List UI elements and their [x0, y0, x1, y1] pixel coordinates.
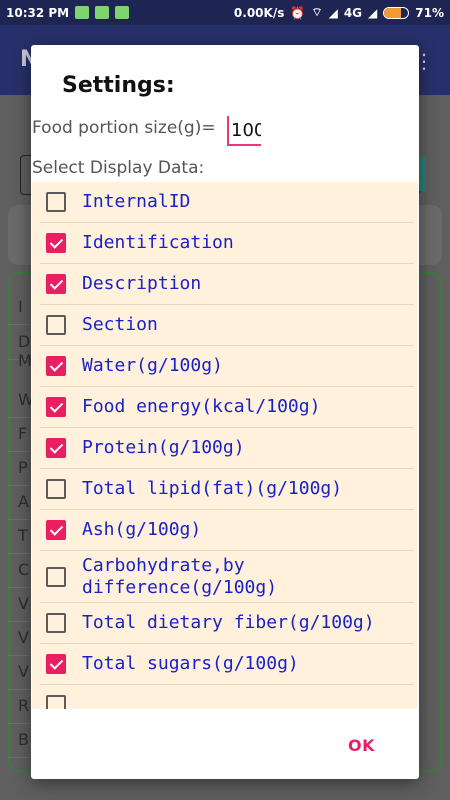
- checkbox-checked[interactable]: [46, 438, 66, 458]
- display-data-item-label: Protein(g/100g): [82, 437, 245, 458]
- dialog-title: Settings:: [62, 73, 175, 98]
- background-row: D M: [8, 320, 32, 370]
- checkbox-unchecked[interactable]: [46, 695, 66, 709]
- display-data-item[interactable]: Description: [40, 264, 414, 305]
- checkbox-checked[interactable]: [46, 397, 66, 417]
- display-data-item[interactable]: Total dietary fiber(g/100g): [40, 603, 414, 644]
- checkbox-unchecked[interactable]: [46, 479, 66, 499]
- checkbox-unchecked[interactable]: [46, 613, 66, 633]
- checkbox-checked[interactable]: [46, 356, 66, 376]
- select-display-data-label: Select Display Data:: [32, 158, 205, 178]
- display-data-item[interactable]: Ash(g/100g): [40, 510, 414, 551]
- checkbox-unchecked[interactable]: [46, 315, 66, 335]
- network-type: 4G: [343, 5, 363, 20]
- app-icon: [95, 6, 110, 19]
- background-row: I: [8, 285, 30, 325]
- display-data-item-label: Section: [82, 314, 158, 335]
- portion-size-label: Food portion size(g)=: [32, 118, 216, 138]
- status-bar: 10:32 PM 0.00K/s ⏰ ⌔ ◢ 4G ◢ 71%: [0, 0, 450, 25]
- display-data-item-label: InternalID: [82, 191, 191, 212]
- display-data-item-label: Total lipid(fat)(g/100g): [82, 478, 343, 499]
- display-data-item[interactable]: Carbohydrate,by difference(g/100g): [40, 551, 414, 603]
- checkbox-checked[interactable]: [46, 274, 66, 294]
- display-data-item[interactable]: Section: [40, 305, 414, 346]
- display-data-item-label: Ash(g/100g): [82, 519, 202, 540]
- checkbox-checked[interactable]: [46, 654, 66, 674]
- display-data-item-label: Description: [82, 273, 202, 294]
- display-data-item-label: Total dietary fiber(g/100g): [82, 612, 375, 633]
- background-row: B: [8, 718, 30, 758]
- checkbox-unchecked[interactable]: [46, 566, 66, 587]
- display-data-item[interactable]: Identification: [40, 223, 414, 264]
- display-data-item[interactable]: Water(g/100g): [40, 346, 414, 387]
- display-data-item-label: Identification: [82, 232, 234, 253]
- display-data-item[interactable]: InternalID: [40, 182, 414, 223]
- display-data-item[interactable]: Total lipid(fat)(g/100g): [40, 469, 414, 510]
- display-data-list[interactable]: InternalID Identification Description Secti…: [32, 182, 418, 709]
- settings-dialog: Settings: Food portion size(g)= Select D…: [31, 45, 419, 779]
- status-time: 10:32 PM: [6, 5, 70, 20]
- display-data-item-label: Carbohydrate,by difference(g/100g): [82, 554, 278, 598]
- signal-icon: ◢: [368, 5, 378, 20]
- wifi-icon: ⌔: [311, 5, 323, 19]
- alarm-icon: ⏰: [290, 5, 306, 20]
- battery-icon: [383, 6, 410, 19]
- display-data-item-label: Food energy(kcal/100g): [82, 396, 321, 417]
- portion-size-input[interactable]: [227, 116, 261, 146]
- display-data-item[interactable]: [40, 685, 414, 709]
- display-data-item-label: Total sugars(g/100g): [82, 653, 299, 674]
- display-data-item-label: Water(g/100g): [82, 355, 223, 376]
- display-data-item[interactable]: Food energy(kcal/100g): [40, 387, 414, 428]
- network-speed: 0.00K/s: [233, 5, 285, 20]
- display-data-item[interactable]: Total sugars(g/100g): [40, 644, 414, 685]
- lock-icon: [115, 6, 130, 19]
- checkbox-checked[interactable]: [46, 233, 66, 253]
- checkbox-checked[interactable]: [46, 520, 66, 540]
- gmail-icon: [75, 6, 90, 19]
- signal-icon: ◢: [328, 5, 338, 20]
- battery-percent: 71%: [415, 5, 444, 20]
- display-data-item[interactable]: Protein(g/100g): [40, 428, 414, 469]
- checkbox-unchecked[interactable]: [46, 192, 66, 212]
- ok-button[interactable]: OK: [348, 736, 375, 755]
